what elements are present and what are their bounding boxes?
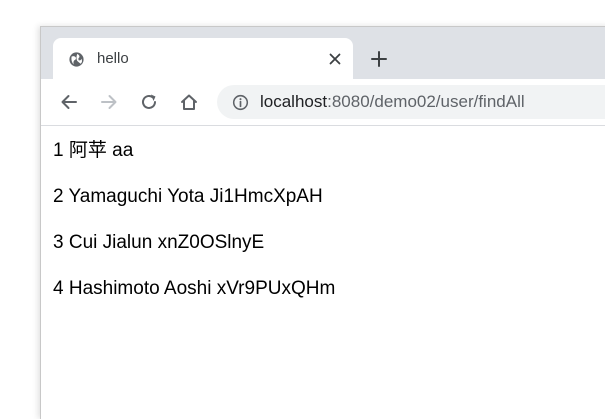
reload-icon[interactable] bbox=[139, 92, 159, 112]
tab-strip: hello bbox=[41, 27, 605, 79]
page-content: 1 阿苹 aa 2 Yamaguchi Yota Ji1HmcXpAH 3 Cu… bbox=[53, 137, 593, 321]
user-id: 2 bbox=[53, 186, 64, 207]
user-id: 3 bbox=[53, 232, 64, 253]
user-value: Ji1HmcXpAH bbox=[209, 186, 323, 207]
user-row: 2 Yamaguchi Yota Ji1HmcXpAH bbox=[53, 183, 593, 229]
user-name: Yamaguchi Yota bbox=[68, 186, 205, 207]
back-arrow-icon[interactable] bbox=[59, 92, 79, 112]
user-value: xVr9PUxQHm bbox=[216, 278, 336, 299]
user-name: Cui Jialun bbox=[68, 232, 153, 253]
user-row: 1 阿苹 aa bbox=[53, 137, 593, 183]
forward-arrow-icon[interactable] bbox=[99, 92, 119, 112]
tab-hello[interactable]: hello bbox=[53, 38, 353, 79]
url-host: localhost bbox=[260, 92, 328, 111]
browser-toolbar: localhost:8080/demo02/user/findAll bbox=[41, 79, 605, 126]
info-icon[interactable] bbox=[232, 94, 249, 111]
user-row: 4 Hashimoto Aoshi xVr9PUxQHm bbox=[53, 275, 593, 321]
tab-title: hello bbox=[97, 50, 129, 67]
url-text[interactable]: localhost:8080/demo02/user/findAll bbox=[260, 92, 525, 112]
user-name: Hashimoto Aoshi bbox=[68, 278, 212, 299]
home-icon[interactable] bbox=[179, 92, 199, 112]
browser-window: hello localhost:8080/demo02/user/findAll… bbox=[40, 26, 605, 419]
url-path: :8080/demo02/user/findAll bbox=[327, 92, 525, 111]
user-value: aa bbox=[112, 140, 134, 161]
close-icon[interactable] bbox=[327, 51, 343, 67]
user-row: 3 Cui Jialun xnZ0OSlnyE bbox=[53, 229, 593, 275]
globe-icon bbox=[69, 52, 84, 67]
address-bar[interactable]: localhost:8080/demo02/user/findAll bbox=[217, 85, 605, 119]
user-value: xnZ0OSlnyE bbox=[157, 232, 265, 253]
new-tab-plus-icon[interactable] bbox=[369, 49, 389, 69]
user-name: 阿苹 bbox=[68, 140, 107, 161]
user-id: 1 bbox=[53, 140, 64, 161]
user-id: 4 bbox=[53, 278, 64, 299]
